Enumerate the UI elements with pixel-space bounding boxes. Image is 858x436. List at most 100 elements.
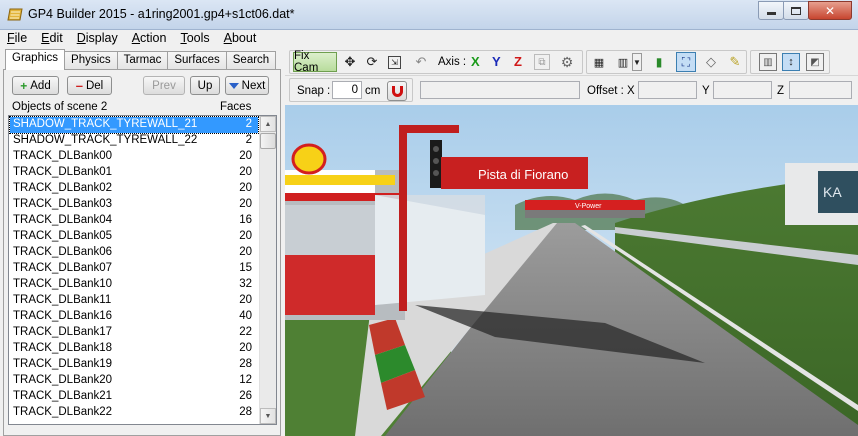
minimize-button[interactable] bbox=[758, 1, 784, 20]
face-count: 20 bbox=[239, 342, 252, 354]
list-item[interactable]: TRACK_DLBank03 20 bbox=[10, 197, 258, 213]
list-item[interactable]: TRACK_DLBank22 28 bbox=[10, 405, 258, 421]
menu-action[interactable]: Action bbox=[125, 30, 174, 48]
list-item[interactable]: TRACK_DLBank16 40 bbox=[10, 309, 258, 325]
list-item[interactable]: TRACK_DLBank11 20 bbox=[10, 293, 258, 309]
axis-label: Axis : bbox=[438, 56, 467, 68]
menu-edit[interactable]: Edit bbox=[34, 30, 70, 48]
face-count: 28 bbox=[239, 406, 252, 418]
menu-file[interactable]: File bbox=[0, 30, 34, 48]
scroll-thumb[interactable] bbox=[260, 133, 276, 149]
bar-objects-icon[interactable]: ▮ bbox=[651, 54, 667, 70]
list-item[interactable]: TRACK_DLBank17 22 bbox=[10, 325, 258, 341]
list-item[interactable]: TRACK_DLBank01 20 bbox=[10, 165, 258, 181]
object-list[interactable]: TRACK_DLBank22 28 TRACK_DLBank21 26 TRACK_DL… bbox=[8, 115, 277, 425]
tab-tarmac[interactable]: Tarmac bbox=[116, 51, 169, 70]
vertical-resize-icon[interactable]: ↕ bbox=[782, 53, 800, 71]
frame-select-icon[interactable]: ⛶ bbox=[676, 52, 696, 72]
face-count: 28 bbox=[239, 358, 252, 370]
list-item[interactable]: SHADOW_TRACK_TYREWALL_21 2 bbox=[9, 116, 259, 134]
snap-input[interactable]: 0 bbox=[332, 81, 362, 99]
list-item[interactable]: TRACK_DLBank05 20 bbox=[10, 229, 258, 245]
object-name: TRACK_DLBank04 bbox=[13, 214, 113, 226]
menu-about[interactable]: About bbox=[217, 30, 264, 48]
face-count: 26 bbox=[239, 390, 252, 402]
snap-label: Snap : bbox=[297, 85, 331, 97]
copy-icon[interactable]: ⧉ bbox=[534, 54, 550, 70]
offset-z-input[interactable] bbox=[789, 81, 852, 99]
axis-y-toggle[interactable]: Y bbox=[492, 54, 501, 69]
fix-cam-button[interactable]: Fix Cam bbox=[293, 50, 337, 74]
list-item[interactable]: TRACK_DLBank20 12 bbox=[10, 373, 258, 389]
face-count: 20 bbox=[239, 150, 252, 162]
list-item[interactable]: TRACK_DLBank18 20 bbox=[10, 341, 258, 357]
scroll-down-button[interactable]: ▼ bbox=[260, 408, 276, 424]
list-item[interactable]: TRACK_DLBank02 20 bbox=[10, 181, 258, 197]
status-field bbox=[420, 81, 580, 99]
list-item[interactable]: TRACK_DLBank04 16 bbox=[10, 213, 258, 229]
face-count: 20 bbox=[239, 294, 252, 306]
del-button[interactable]: – Del bbox=[67, 76, 112, 95]
shell-logo bbox=[291, 143, 327, 175]
tab-physics[interactable]: Physics bbox=[64, 51, 118, 70]
3d-viewport[interactable]: KA Pista di Fiorano V-Power bbox=[285, 105, 858, 436]
list-item[interactable]: TRACK_DLBank07 15 bbox=[10, 261, 258, 277]
list-scrollbar[interactable]: ▲ ▼ bbox=[259, 116, 276, 424]
object-name: TRACK_DLBank03 bbox=[13, 198, 113, 210]
columns-icon[interactable]: ▥ bbox=[759, 53, 777, 71]
list-item[interactable]: TRACK_DLBank10 32 bbox=[10, 277, 258, 293]
dropdown-arrow-icon[interactable]: ▼ bbox=[632, 53, 642, 71]
list-item[interactable]: TRACK_DLBank06 20 bbox=[10, 245, 258, 261]
tab-strip: Graphics Physics Tarmac Surfaces Search bbox=[5, 49, 277, 70]
up-label: Up bbox=[197, 79, 213, 92]
settings-icon[interactable]: ⚙ bbox=[559, 54, 575, 70]
list-item[interactable]: SHADOW_TRACK_TYREWALL_22 2 bbox=[10, 133, 258, 149]
close-button[interactable]: ✕ bbox=[808, 1, 852, 20]
add-button[interactable]: + Add bbox=[12, 76, 59, 95]
face-count: 16 bbox=[239, 214, 252, 226]
tab-search[interactable]: Search bbox=[225, 51, 277, 70]
list-item[interactable]: TRACK_DLBank19 28 bbox=[10, 357, 258, 373]
tab-graphics[interactable]: Graphics bbox=[5, 49, 66, 70]
up-button[interactable]: Up bbox=[190, 76, 220, 95]
align-icon[interactable]: ▥ bbox=[615, 54, 631, 70]
undo-icon[interactable]: ↶ bbox=[413, 54, 429, 70]
plus-icon: + bbox=[20, 78, 28, 93]
plane-icon[interactable]: ◇ bbox=[703, 54, 719, 70]
fiorano-sign-text: Pista di Fiorano bbox=[478, 167, 568, 182]
scale-icon[interactable]: ⇲ bbox=[388, 56, 401, 69]
app-icon bbox=[7, 8, 23, 21]
rotate-icon[interactable]: ⟳ bbox=[364, 54, 380, 70]
pencil-icon[interactable]: ✎ bbox=[727, 54, 743, 70]
prev-button[interactable]: Prev bbox=[143, 76, 185, 95]
magnet-icon bbox=[391, 85, 403, 97]
object-name: TRACK_DLBank07 bbox=[13, 262, 113, 274]
list-item[interactable]: TRACK_DLBank00 20 bbox=[10, 149, 258, 165]
list-item[interactable]: TRACK_DLBank21 26 bbox=[10, 389, 258, 405]
object-name: TRACK_DLBank18 bbox=[13, 342, 113, 354]
axis-x-toggle[interactable]: X bbox=[471, 54, 480, 69]
axis-z-toggle[interactable]: Z bbox=[514, 54, 522, 69]
prev-label: Prev bbox=[152, 79, 176, 92]
menu-tools[interactable]: Tools bbox=[173, 30, 216, 48]
offset-x-label: Offset : X bbox=[587, 85, 635, 97]
close-icon: ✕ bbox=[824, 3, 836, 18]
object-name: TRACK_DLBank01 bbox=[13, 166, 113, 178]
move-icon[interactable]: ✥ bbox=[342, 54, 358, 70]
scroll-up-button[interactable]: ▲ bbox=[260, 116, 276, 132]
del-label: Del bbox=[85, 79, 104, 92]
maximize-button[interactable] bbox=[783, 1, 809, 20]
snap-unit: cm bbox=[365, 85, 381, 97]
face-count: 20 bbox=[239, 182, 252, 194]
offset-y-input[interactable] bbox=[713, 81, 772, 99]
menu-display[interactable]: Display bbox=[70, 30, 125, 48]
tab-surfaces[interactable]: Surfaces bbox=[167, 51, 227, 70]
offset-x-input[interactable] bbox=[638, 81, 697, 99]
scroll-down-icon: ▼ bbox=[264, 412, 272, 420]
snap-magnet-button[interactable] bbox=[387, 81, 407, 101]
object-name: TRACK_DLBank06 bbox=[13, 246, 113, 258]
faces-column-header: Faces bbox=[220, 101, 252, 113]
next-button[interactable]: Next bbox=[225, 76, 269, 95]
grid-snap-icon[interactable]: ▦ bbox=[591, 54, 607, 70]
perspective-icon[interactable]: ◩ bbox=[806, 53, 824, 71]
